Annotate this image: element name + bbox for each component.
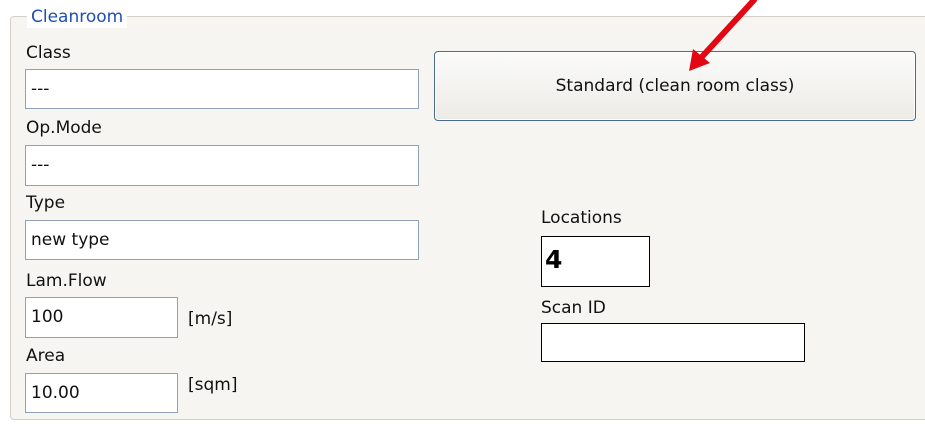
standard-clean-room-class-button[interactable]: Standard (clean room class) [434, 51, 916, 121]
lam-flow-label: Lam.Flow [26, 271, 107, 291]
lam-flow-unit: [m/s] [188, 309, 233, 329]
type-label: Type [26, 193, 66, 213]
area-label: Area [26, 346, 66, 366]
class-label: Class [26, 43, 71, 63]
area-unit: [sqm] [188, 375, 238, 395]
op-mode-label: Op.Mode [26, 118, 102, 138]
type-field[interactable]: new type [25, 220, 419, 260]
op-mode-field[interactable]: --- [25, 145, 419, 186]
scan-id-label: Scan ID [541, 298, 606, 318]
locations-label: Locations [541, 208, 622, 228]
cleanroom-window: Cleanroom Class --- Op.Mode --- Type new… [0, 0, 925, 427]
lam-flow-field[interactable]: 100 [25, 297, 178, 338]
scan-id-field[interactable] [541, 323, 805, 362]
locations-value[interactable]: 4 [541, 236, 650, 287]
class-field[interactable]: --- [25, 69, 419, 109]
area-field[interactable]: 10.00 [25, 373, 178, 413]
group-title: Cleanroom [27, 6, 128, 28]
